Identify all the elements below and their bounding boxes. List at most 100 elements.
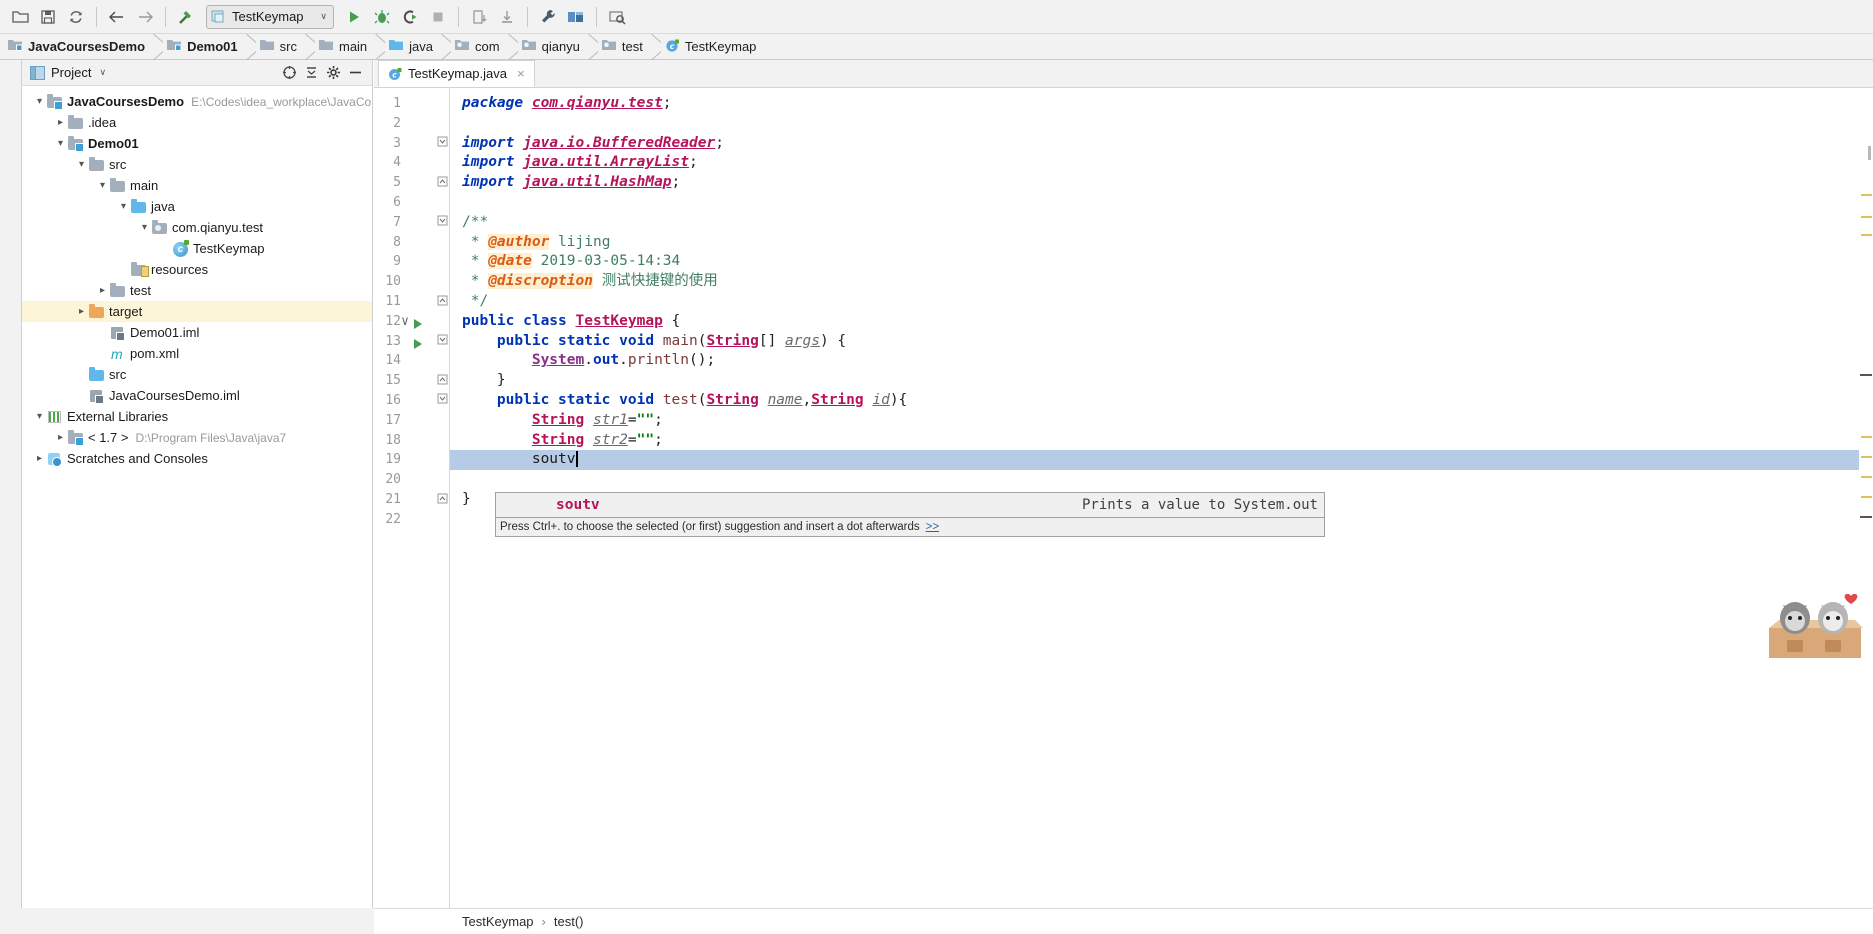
autocomplete-popup[interactable]: soutv Prints a value to System.out — [495, 492, 1325, 518]
chevron-down-icon[interactable]: ▾ — [137, 222, 152, 233]
warning-marker[interactable] — [1861, 456, 1872, 458]
run-with-coverage-icon[interactable] — [396, 4, 424, 30]
fold-region-end-icon[interactable] — [436, 373, 448, 388]
caret-position-marker[interactable] — [1860, 374, 1872, 376]
warning-marker[interactable] — [1861, 436, 1872, 438]
tree-node-1-7[interactable]: ▸ < 1.7 > D:\Program Files\Java\java7 — [22, 427, 372, 448]
breadcrumb-item-src[interactable]: src — [256, 34, 303, 60]
chevron-down-icon[interactable]: ▾ — [116, 201, 131, 212]
code-line-9[interactable]: * @date 2019-03-05-14:34 — [450, 251, 680, 271]
code-line-12[interactable]: public class TestKeymap { — [450, 311, 680, 331]
warning-marker[interactable] — [1861, 194, 1872, 196]
tree-node-pom-xml[interactable]: m pom.xml — [22, 343, 372, 364]
warning-marker[interactable] — [1861, 476, 1872, 478]
forward-icon[interactable] — [131, 4, 159, 30]
fold-region-start-icon[interactable] — [436, 393, 448, 408]
tree-node-com-qianyu-test[interactable]: ▾ com.qianyu.test — [22, 217, 372, 238]
sync-icon[interactable] — [62, 4, 90, 30]
tree-node-idea[interactable]: ▸ .idea — [22, 112, 372, 133]
code-line-3[interactable]: import java.io.BufferedReader; — [450, 133, 724, 153]
navbar-method-name[interactable]: test() — [554, 914, 584, 929]
warning-marker[interactable] — [1861, 234, 1872, 236]
build-hammer-icon[interactable] — [172, 4, 200, 30]
tree-node-java[interactable]: ▾ java — [22, 196, 372, 217]
breadcrumb-item-javacoursesdemo[interactable]: JavaCoursesDemo — [4, 34, 151, 60]
code-line-11[interactable]: */ — [450, 291, 488, 311]
editor-tab-testkeymap[interactable]: c TestKeymap.java × — [378, 60, 535, 87]
chevron-down-icon[interactable]: ▾ — [32, 411, 47, 422]
settings-wrench-icon[interactable] — [534, 4, 562, 30]
close-icon[interactable]: × — [517, 66, 525, 81]
code-line-19[interactable]: soutv​ — [450, 449, 578, 469]
chevron-right-icon[interactable]: ▸ — [74, 306, 89, 317]
warning-marker[interactable] — [1861, 216, 1872, 218]
editor-marker-strip[interactable] — [1859, 116, 1873, 934]
fold-region-end-icon[interactable] — [436, 175, 448, 190]
chevron-down-icon[interactable]: ▾ — [95, 180, 110, 191]
collapse-all-icon[interactable] — [300, 62, 322, 84]
fold-region-end-icon[interactable] — [436, 294, 448, 309]
tree-node-test[interactable]: ▸ test — [22, 280, 372, 301]
code-line-13[interactable]: public static void main(String[] args) { — [450, 331, 846, 351]
breadcrumb-item-main[interactable]: main — [315, 34, 373, 60]
code-line-10[interactable]: * @discroption 测试快捷键的使用 — [450, 271, 718, 291]
open-icon[interactable] — [6, 4, 34, 30]
autocomplete-item-soutv[interactable]: soutv — [496, 497, 600, 513]
chevron-down-icon[interactable]: ▾ — [32, 96, 47, 107]
back-icon[interactable] — [103, 4, 131, 30]
code-line-15[interactable]: } — [450, 370, 506, 390]
scroll-from-source-icon[interactable] — [278, 62, 300, 84]
run-gutter-icon[interactable] — [414, 338, 422, 349]
chevron-right-icon[interactable]: ▸ — [95, 285, 110, 296]
code-editor[interactable]: 1 2 3 4 5 6 7 8 9 10 11 12 ∨ 13 14 15 16 17 18 19 20 21 22 pac… — [374, 88, 1873, 934]
search-everywhere-icon[interactable] — [603, 4, 631, 30]
code-line-17[interactable]: String str1=""; — [450, 410, 663, 430]
tree-node-javacoursesdemo-iml[interactable]: JavaCoursesDemo.iml — [22, 385, 372, 406]
chevron-right-icon[interactable]: ▸ — [32, 453, 47, 464]
warning-marker[interactable] — [1861, 496, 1872, 498]
collapse-class-icon[interactable]: ∨ — [398, 314, 412, 329]
code-line-1[interactable]: package com.qianyu.test; — [450, 93, 672, 113]
breadcrumb-item-qianyu[interactable]: qianyu — [518, 34, 586, 60]
run-gutter-icon[interactable] — [414, 318, 422, 329]
tree-node-testkeymap[interactable]: c TestKeymap — [22, 238, 372, 259]
code-line-21[interactable]: } — [450, 489, 471, 509]
save-all-icon[interactable] — [34, 4, 62, 30]
tree-node-main[interactable]: ▾ main — [22, 175, 372, 196]
update-app-icon[interactable] — [465, 4, 493, 30]
code-line-5[interactable]: import java.util.HashMap; — [450, 172, 680, 192]
tree-node-scratches-and-consoles[interactable]: ▸ Scratches and Consoles — [22, 448, 372, 469]
tree-node-javacoursesdemo[interactable]: ▾ JavaCoursesDemo E:\Codes\idea_workplace\… — [22, 91, 372, 112]
install-icon[interactable] — [493, 4, 521, 30]
run-icon[interactable] — [340, 4, 368, 30]
code-line-22[interactable] — [450, 509, 462, 529]
tree-node-demo01-iml[interactable]: Demo01.iml — [22, 322, 372, 343]
code-line-20[interactable] — [450, 469, 462, 489]
chevron-right-icon[interactable]: ▸ — [53, 117, 68, 128]
code-line-18[interactable]: String str2=""; — [450, 430, 663, 450]
breadcrumb-item-test[interactable]: test — [598, 34, 649, 60]
settings-gear-icon[interactable] — [322, 62, 344, 84]
fold-region-start-icon[interactable] — [436, 215, 448, 230]
code-line-4[interactable]: import java.util.ArrayList; — [450, 152, 698, 172]
breadcrumb-item-demo01[interactable]: Demo01 — [163, 34, 244, 60]
chevron-down-icon[interactable]: ▾ — [74, 159, 89, 170]
breadcrumb-item-testkeymap[interactable]: c TestKeymap — [661, 34, 763, 60]
tree-node-external-libraries[interactable]: ▾ External Libraries — [22, 406, 372, 427]
chevron-down-icon[interactable]: ∨ — [99, 67, 106, 78]
code-line-14[interactable]: System.out.println(); — [450, 350, 715, 370]
project-structure-icon[interactable] — [562, 4, 590, 30]
fold-region-end-icon[interactable] — [436, 492, 448, 507]
code-line-2[interactable] — [450, 113, 462, 133]
tree-node-resources[interactable]: resources — [22, 259, 372, 280]
code-line-8[interactable]: * @author lijing — [450, 232, 610, 252]
code-line-7[interactable]: /** — [450, 212, 488, 232]
tree-node-src[interactable]: ▾ src — [22, 154, 372, 175]
fold-region-start-icon[interactable] — [436, 136, 448, 151]
scrollbar-top-tick[interactable] — [1868, 146, 1871, 160]
stop-icon[interactable] — [424, 4, 452, 30]
editor-gutter[interactable]: 1 2 3 4 5 6 7 8 9 10 11 12 ∨ 13 14 15 16 17 18 19 20 21 22 — [374, 88, 450, 934]
code-line-16[interactable]: public static void test(String name,Stri… — [450, 390, 907, 410]
autocomplete-hint-link[interactable]: >> — [926, 521, 939, 533]
breadcrumb-item-java[interactable]: java — [385, 34, 439, 60]
